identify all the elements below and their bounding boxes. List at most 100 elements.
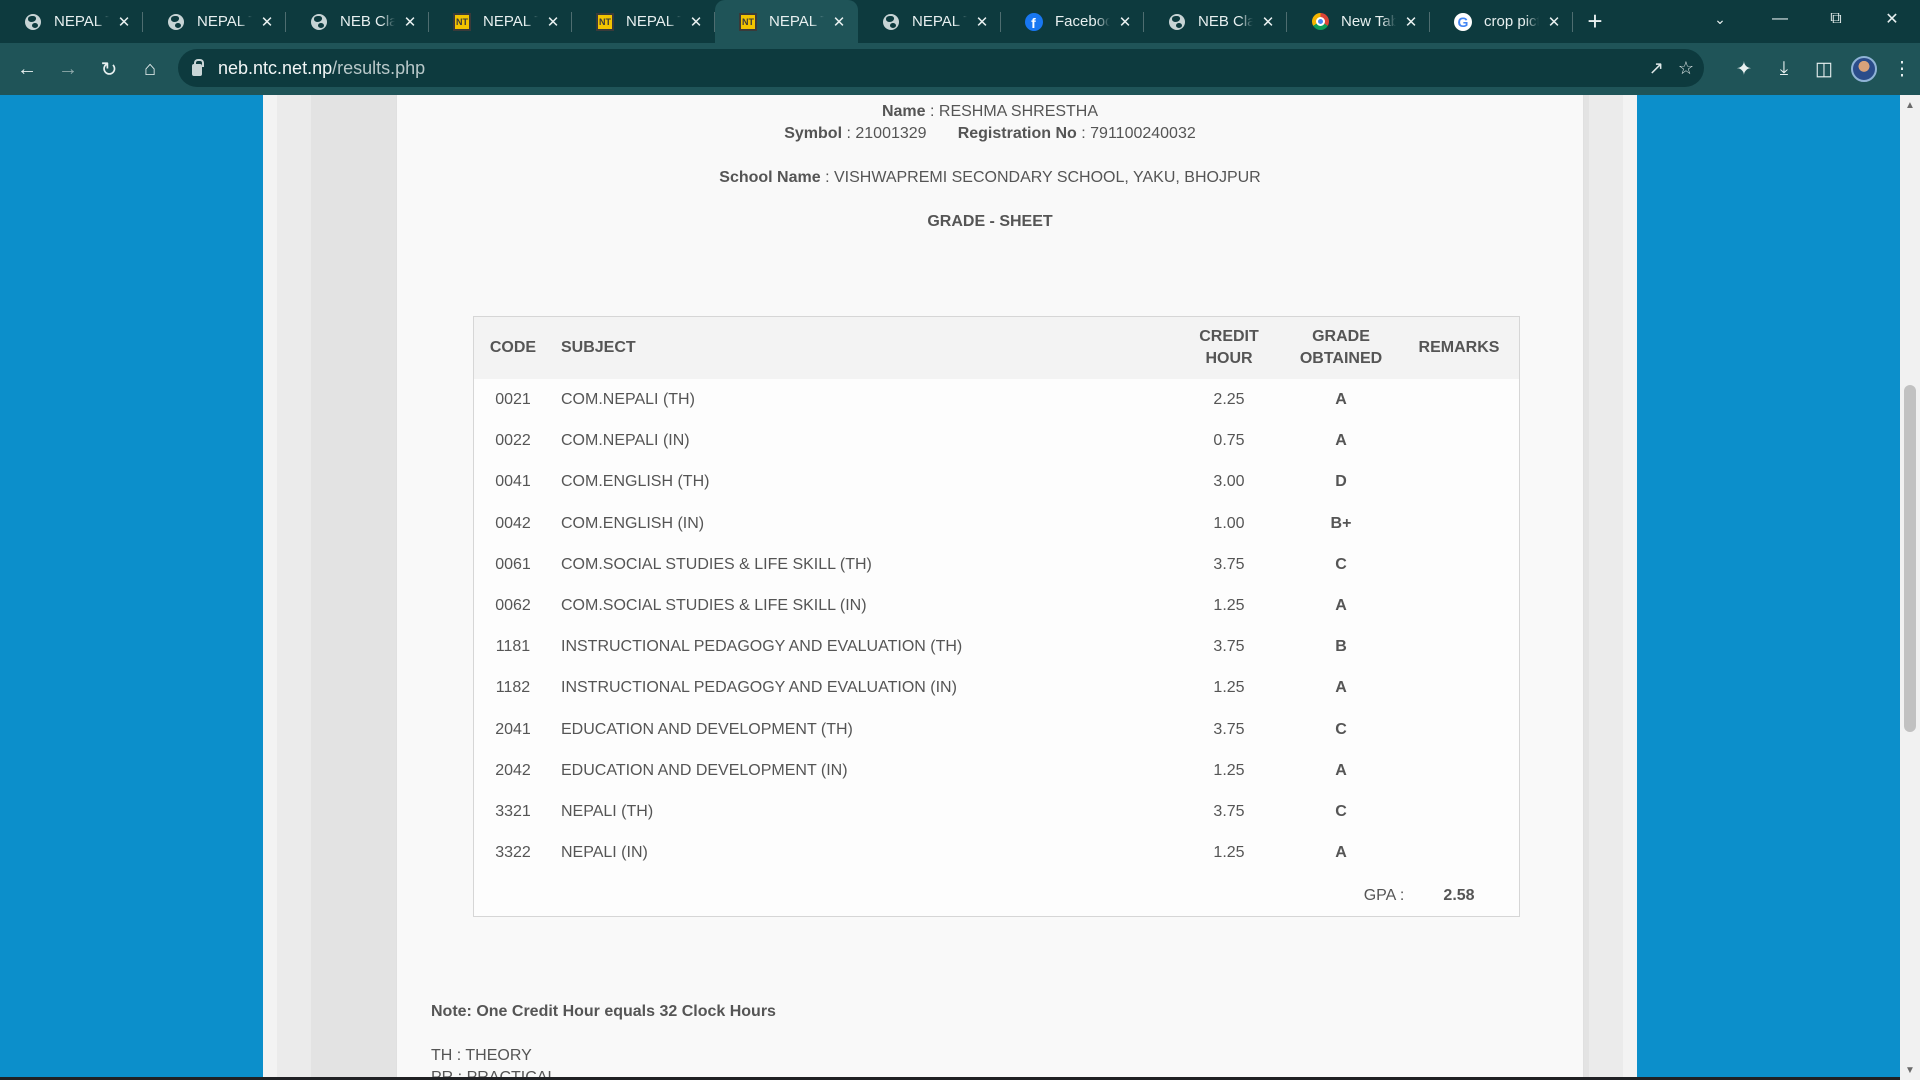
browser-toolbar: ← → ↻ ⌂ neb.ntc.net.np/results.php ↗ ☆ ✦…: [0, 43, 1920, 95]
globe-icon-glyph: [25, 13, 41, 30]
cell-code: 0062: [495, 597, 531, 614]
tab-close-icon[interactable]: ✕: [258, 13, 276, 31]
extensions-puzzle-icon[interactable]: ✦: [1724, 49, 1764, 89]
tab-close-icon[interactable]: ✕: [401, 13, 419, 31]
download-icon[interactable]: ⤓: [1764, 49, 1804, 89]
tab-close-icon[interactable]: ✕: [1259, 13, 1277, 31]
tab-title: NEPAL TE: [483, 13, 538, 30]
globe-icon: [882, 13, 900, 31]
reload-icon[interactable]: ↻: [89, 49, 129, 89]
tab-close-icon[interactable]: ✕: [1116, 13, 1134, 31]
minimize-icon[interactable]: —: [1752, 0, 1808, 38]
cell-credit-hour: 3.75: [1213, 720, 1245, 738]
header-grade-line2: OBTAINED: [1299, 350, 1383, 367]
legend-theory: TH : THEORY: [431, 1047, 532, 1064]
cell-code: 0022: [495, 432, 531, 450]
cell-subject: COM.SOCIAL STUDIES & LIFE SKILL (TH): [561, 555, 872, 573]
result-card: Name : RESHMA SHRESTHA Symbol : 21001329…: [396, 95, 1584, 1080]
cell-grade: A: [1335, 432, 1347, 450]
back-arrow-icon[interactable]: ←: [7, 49, 47, 89]
browser-tab[interactable]: NEPAL TE ✕: [143, 0, 286, 43]
forward-arrow-icon[interactable]: →: [48, 49, 88, 89]
url-host: neb.ntc.net.np: [218, 57, 333, 78]
nt-logo-icon-glyph: NT: [453, 12, 471, 31]
lock-icon[interactable]: [192, 59, 204, 76]
tab-close-icon[interactable]: ✕: [830, 13, 848, 31]
table-row: 0062 COM.SOCIAL STUDIES & LIFE SKILL (IN)…: [474, 585, 1519, 626]
tab-close-icon[interactable]: ✕: [973, 13, 991, 31]
header-code: CODE: [489, 339, 537, 356]
browser-tab[interactable]: NEB Class ✕: [1144, 0, 1287, 43]
school-label: School Name: [719, 169, 821, 186]
table-row: 1182 INSTRUCTIONAL PEDAGOGY AND EVALUATIO…: [474, 667, 1519, 708]
student-name: RESHMA SHRESTHA: [938, 103, 1099, 120]
profile-avatar[interactable]: [1844, 49, 1884, 89]
browser-tab[interactable]: NT NEPAL TE ✕: [715, 0, 858, 43]
browser-tab[interactable]: Gcrop pictu ✕: [1430, 0, 1573, 43]
cell-credit-hour: 1.25: [1213, 597, 1245, 614]
table-row: 0041 COM.ENGLISH (TH) 3.00 D: [474, 461, 1519, 502]
cell-credit-hour: 1.00: [1213, 514, 1245, 532]
tab-close-icon[interactable]: ✕: [687, 13, 705, 31]
tab-title: NEPAL TE: [54, 13, 109, 30]
cell-credit-hour: 1.25: [1213, 844, 1245, 862]
bookmark-star-icon[interactable]: ☆: [1678, 58, 1694, 79]
globe-icon-glyph: [168, 13, 184, 30]
table-row: 1181 INSTRUCTIONAL PEDAGOGY AND EVALUATIO…: [474, 626, 1519, 667]
cell-code: 0041: [495, 473, 531, 491]
globe-icon: [1168, 13, 1186, 31]
cell-credit-hour: 1.25: [1213, 679, 1245, 697]
tab-close-icon[interactable]: ✕: [1402, 13, 1420, 31]
page-frame: Name : RESHMA SHRESTHA Symbol : 21001329…: [263, 95, 1637, 1080]
tab-separator: [1572, 12, 1573, 32]
table-row: 2041 EDUCATION AND DEVELOPMENT (TH) 3.75 C: [474, 709, 1519, 750]
cell-subject: EDUCATION AND DEVELOPMENT (TH): [561, 720, 853, 738]
browser-tab[interactable]: NEPAL TE ✕: [0, 0, 143, 43]
cell-code: 2041: [495, 720, 531, 738]
new-tab-plus-icon[interactable]: +: [1573, 0, 1617, 43]
globe-icon-glyph: [311, 13, 327, 30]
nt-logo-icon-glyph: NT: [739, 12, 757, 31]
cell-credit-hour: 2.25: [1213, 391, 1245, 408]
restore-icon[interactable]: ⧉: [1808, 0, 1864, 38]
cell-grade: A: [1335, 761, 1347, 779]
scroll-down-arrow-icon[interactable]: ▼: [1900, 1060, 1920, 1080]
home-icon[interactable]: ⌂: [130, 49, 170, 89]
cell-subject: INSTRUCTIONAL PEDAGOGY AND EVALUATION (I…: [561, 679, 957, 697]
share-icon[interactable]: ↗: [1649, 58, 1664, 79]
browser-tab[interactable]: f Facebook ✕: [1001, 0, 1144, 43]
browser-tab[interactable]: NEPAL TE ✕: [858, 0, 1001, 43]
school-name: VISHWAPREMI SECONDARY SCHOOL, YAKU, BHOJ…: [833, 169, 1261, 186]
tab-close-icon[interactable]: ✕: [544, 13, 562, 31]
browser-tab[interactable]: New Tab ✕: [1287, 0, 1430, 43]
registration-label: Registration No: [957, 125, 1077, 142]
browser-tab[interactable]: NEB Class ✕: [286, 0, 429, 43]
tab-search-chevron-icon[interactable]: ⌄: [1700, 0, 1740, 38]
page-scrollbar[interactable]: ▲ ▼: [1900, 95, 1920, 1080]
header-grade-line1: GRADE: [1312, 328, 1370, 345]
tab-close-icon[interactable]: ✕: [1545, 13, 1563, 31]
side-panel-icon[interactable]: ◫: [1804, 49, 1844, 89]
cell-code: 0021: [495, 391, 531, 408]
url-path: /results.php: [332, 57, 426, 78]
scroll-up-arrow-icon[interactable]: ▲: [1900, 95, 1920, 115]
tab-title: crop pictu: [1484, 13, 1539, 30]
menu-kebab-icon[interactable]: ⋮: [1884, 49, 1920, 89]
scrollbar-thumb[interactable]: [1904, 385, 1916, 732]
page-viewport: Name : RESHMA SHRESTHA Symbol : 21001329…: [0, 95, 1900, 1080]
address-bar[interactable]: neb.ntc.net.np/results.php ↗ ☆: [178, 49, 1704, 87]
globe-icon-glyph: [1169, 13, 1185, 30]
cell-grade: A: [1335, 844, 1347, 862]
tab-close-icon[interactable]: ✕: [115, 13, 133, 31]
grade-sheet-title: GRADE - SHEET: [927, 213, 1053, 230]
table-row: 0022 COM.NEPALI (IN) 0.75 A: [474, 420, 1519, 461]
table-row: 3321 NEPALI (TH) 3.75 C: [474, 791, 1519, 832]
cell-subject: COM.ENGLISH (IN): [561, 514, 705, 532]
cell-code: 3322: [495, 844, 531, 862]
browser-tab[interactable]: NT NEPAL TE ✕: [572, 0, 715, 43]
close-window-icon[interactable]: ✕: [1864, 0, 1920, 38]
url-text[interactable]: neb.ntc.net.np/results.php: [218, 58, 425, 79]
grade-table: CODE SUBJECT CREDIT HOUR GRADE OBTAINED …: [473, 316, 1520, 917]
browser-tab[interactable]: NT NEPAL TE ✕: [429, 0, 572, 43]
symbol-registration-row: Symbol : 21001329 Registration No : 7911…: [784, 125, 1196, 142]
